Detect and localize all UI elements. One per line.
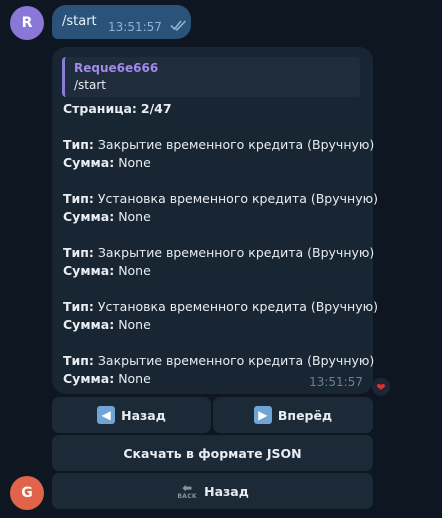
reply-quote[interactable]: Reque6e666 /start [62, 57, 360, 97]
arrow-left-icon: ◀ [97, 406, 116, 424]
back-icon-text: BACK [177, 493, 197, 500]
type-label: Тип: [63, 299, 94, 314]
outgoing-message-bubble[interactable]: /start 13:51:57 [52, 5, 191, 39]
entry-sum-line: Сумма: None [63, 317, 151, 332]
type-label: Тип: [63, 353, 94, 368]
incoming-message-bubble[interactable]: Reque6e666 /start Страница: 2/47 Тип: За… [52, 47, 378, 394]
page-label: Страница: [63, 101, 137, 116]
download-json-button[interactable]: Скачать в формате JSON [52, 435, 373, 471]
arrow-right-icon: ▶ [253, 406, 272, 424]
type-label: Тип: [63, 137, 94, 152]
entry-sum-line: Сумма: None [63, 371, 151, 386]
bot-avatar[interactable]: G [10, 476, 44, 510]
sum-label: Сумма: [63, 155, 115, 170]
entry-sum-value: None [118, 155, 151, 170]
outgoing-message-text: /start [62, 14, 97, 29]
page-value: 2/47 [140, 101, 172, 116]
sum-label: Сумма: [63, 209, 115, 224]
entry-type-value: Закрытие временного кредита (Вручную) [97, 353, 375, 368]
sum-label: Сумма: [63, 263, 115, 278]
reply-author: Reque6e666 [74, 61, 159, 75]
entry-type-line: Тип: Установка временного кредита (Вручн… [63, 191, 378, 206]
entry-type-value: Закрытие временного кредита (Вручную) [97, 137, 375, 152]
entry-sum-value: None [118, 209, 151, 224]
back-button-label: Назад [204, 483, 249, 499]
entry-sum-value: None [118, 317, 151, 332]
sum-label: Сумма: [63, 317, 115, 332]
reply-text: /start [74, 78, 106, 92]
entry-type-line: Тип: Установка временного кредита (Вручн… [63, 299, 378, 314]
entry-type-line: Тип: Закрытие временного кредита (Вручну… [63, 353, 374, 368]
entry-type-value: Закрытие временного кредита (Вручную) [97, 245, 375, 260]
sum-label: Сумма: [63, 371, 115, 386]
entry-sum-line: Сумма: None [63, 155, 151, 170]
entry-type-value: Установка временного кредита (Вручную) [97, 299, 378, 314]
page-indicator: Страница: 2/47 [63, 101, 172, 116]
forward-page-button[interactable]: ▶ Вперёд [213, 397, 373, 433]
forward-page-label: Вперёд [277, 407, 333, 423]
back-page-button[interactable]: ◀ Назад [52, 397, 211, 433]
back-page-label: Назад [121, 407, 166, 423]
download-json-label: Скачать в формате JSON [123, 445, 302, 461]
entry-sum-line: Сумма: None [63, 263, 151, 278]
entry-sum-line: Сумма: None [63, 209, 151, 224]
entry-type-line: Тип: Закрытие временного кредита (Вручну… [63, 245, 374, 260]
entry-type-line: Тип: Закрытие временного кредита (Вручну… [63, 137, 374, 152]
entry-sum-value: None [118, 263, 151, 278]
read-checkmarks-icon [170, 20, 187, 31]
back-button[interactable]: ⬅ BACK Назад [52, 473, 373, 509]
back-arrow-icon: ⬅ BACK [177, 481, 197, 500]
incoming-message-time: 13:51:57 [309, 375, 363, 389]
user-avatar[interactable]: R [10, 6, 44, 40]
entry-sum-value: None [118, 371, 151, 386]
entry-type-value: Установка временного кредита (Вручную) [97, 191, 378, 206]
type-label: Тип: [63, 191, 94, 206]
type-label: Тип: [63, 245, 94, 260]
heart-reaction-icon[interactable]: ❤ [372, 378, 390, 396]
outgoing-message-time: 13:51:57 [108, 20, 162, 34]
